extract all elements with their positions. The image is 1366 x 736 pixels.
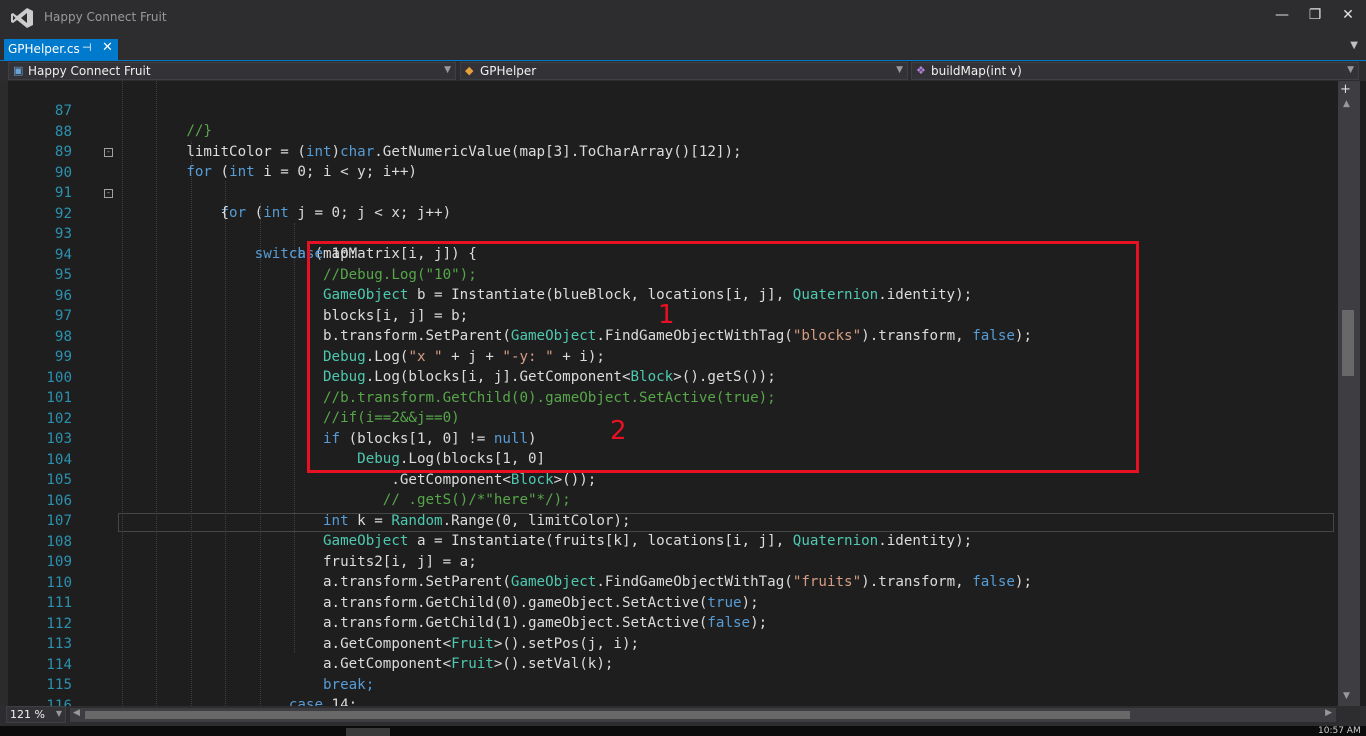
horizontal-scrollbar[interactable]: ◀ ▶: [70, 708, 1336, 722]
code-line[interactable]: 111 a.transform.GetChild(1).gameObject.S…: [0, 573, 1338, 631]
zoom-level: 121 %: [10, 708, 45, 721]
chevron-down-icon: ▼: [55, 709, 62, 718]
minimize-button[interactable]: —: [1268, 4, 1296, 26]
code-line[interactable]: 89 for (int i = 0; i < y; i++): [0, 122, 1338, 180]
scroll-right-icon[interactable]: ▶: [1325, 708, 1332, 718]
code-line[interactable]: 91 {: [0, 163, 1338, 221]
highlight-box: [307, 241, 1139, 473]
collapse-icon[interactable]: -: [104, 147, 113, 157]
code-line[interactable]: 117 GameObject b1 = Instantiate(blueBloc…: [0, 696, 1338, 706]
scroll-up-icon[interactable]: ▲: [1343, 99, 1350, 109]
editor-bottom-bar: 121 % ▼ ◀ ▶: [0, 706, 1366, 726]
code-editor[interactable]: 87 //} 88 limitColor = (int)char.GetNume…: [0, 81, 1338, 706]
type-name: GPHelper: [480, 64, 537, 78]
code-line[interactable]: 92 - switch (mapMatrix[i, j]) {: [0, 184, 1338, 262]
navigation-bar: ▣ Happy Connect Fruit ▼ ◆ GPHelper ▼ ❖ b…: [0, 61, 1366, 81]
annotation-1: 1: [658, 300, 675, 330]
annotation-2: 2: [610, 416, 627, 446]
scroll-left-icon[interactable]: ◀: [73, 708, 80, 718]
visual-studio-icon: [11, 8, 33, 28]
taskbar: 10:57 AM: [0, 726, 1366, 736]
scroll-down-icon[interactable]: ▼: [1343, 691, 1350, 701]
tab-gphelper-cs[interactable]: GPHelper.cs ⊣ ✕: [4, 39, 118, 60]
method-icon: ❖: [916, 64, 926, 77]
code-line[interactable]: 90 - for (int j = 0; j < x; j++): [0, 143, 1338, 221]
taskbar-app-button[interactable]: [346, 728, 390, 736]
pin-icon[interactable]: ⊣: [82, 41, 92, 54]
chevron-down-icon: ▼: [444, 65, 451, 75]
code-line[interactable]: 109 a.transform.SetParent(GameObject.Fin…: [0, 532, 1338, 590]
code-line[interactable]: 113 a.GetComponent<Fruit>().setVal(k);: [0, 614, 1338, 672]
close-window-button[interactable]: ✕: [1334, 4, 1362, 26]
title-bar: Happy Connect Fruit — ❐ ✕: [0, 0, 1366, 36]
document-tab-bar: GPHelper.cs ⊣ ✕ ▼: [0, 36, 1366, 62]
vertical-scrollbar[interactable]: + ▲ ▼: [1338, 81, 1360, 706]
code-line[interactable]: 107 GameObject a = Instantiate(fruits[k]…: [0, 491, 1338, 549]
code-line[interactable]: 112 a.GetComponent<Fruit>().setPos(j, i)…: [0, 594, 1338, 652]
code-line[interactable]: 108 fruits2[i, j] = a;: [0, 512, 1338, 570]
zoom-dropdown[interactable]: 121 % ▼: [6, 706, 66, 723]
code-line[interactable]: 110 a.transform.GetChild(0).gameObject.S…: [0, 553, 1338, 611]
horizontal-scroll-thumb[interactable]: [85, 711, 1130, 719]
csharp-project-icon: ▣: [13, 64, 24, 77]
close-tab-icon[interactable]: ✕: [102, 40, 113, 55]
code-line[interactable]: 88 limitColor = (int)char.GetNumericValu…: [0, 102, 1338, 160]
tab-list-dropdown-icon[interactable]: ▼: [1350, 40, 1358, 51]
code-line[interactable]: 115 case 14:: [0, 655, 1338, 706]
window-title: Happy Connect Fruit: [44, 10, 167, 24]
split-editor-icon[interactable]: +: [1340, 83, 1351, 96]
code-line[interactable]: 106 int k = Random.Range(0, limitColor);: [0, 471, 1338, 529]
restore-button[interactable]: ❐: [1301, 4, 1329, 26]
code-line[interactable]: 114 break;: [0, 635, 1338, 693]
code-line[interactable]: 87 //}: [0, 81, 1338, 139]
chevron-down-icon: ▼: [1347, 65, 1354, 75]
chevron-down-icon: ▼: [896, 65, 903, 75]
tab-label: GPHelper.cs: [8, 42, 80, 56]
member-dropdown[interactable]: ❖ buildMap(int v) ▼: [911, 62, 1359, 80]
project-dropdown[interactable]: ▣ Happy Connect Fruit ▼: [8, 62, 456, 80]
class-icon: ◆: [465, 64, 474, 77]
type-dropdown[interactable]: ◆ GPHelper ▼: [460, 62, 908, 80]
code-line[interactable]: 93 case 10:: [0, 204, 1338, 262]
taskbar-clock[interactable]: 10:57 AM: [1318, 726, 1361, 736]
code-line[interactable]: 116 Debug.Log("14");: [0, 676, 1338, 707]
collapse-icon[interactable]: -: [104, 188, 113, 198]
project-name: Happy Connect Fruit: [28, 64, 151, 78]
vertical-scroll-thumb[interactable]: [1342, 310, 1354, 376]
member-name: buildMap(int v): [931, 64, 1022, 78]
